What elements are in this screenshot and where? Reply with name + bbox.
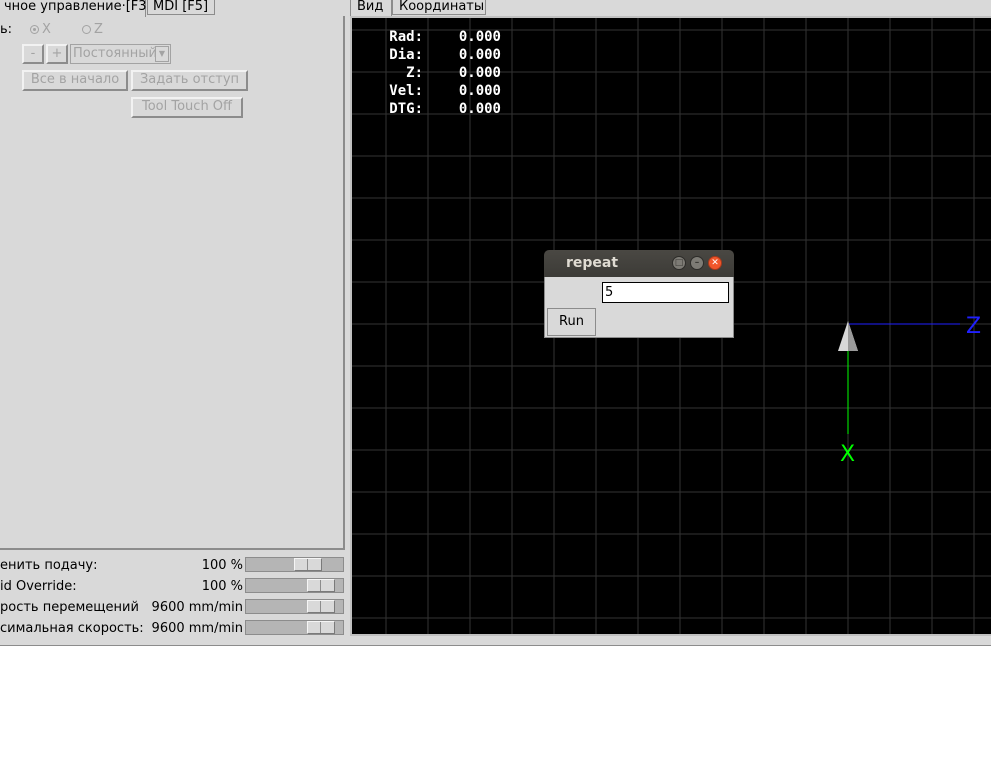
rapid-override-label: id Override: <box>0 579 77 594</box>
close-icon[interactable]: ✕ <box>708 256 722 270</box>
tab-coordinates-label: Координаты <box>399 0 485 14</box>
jog-speed-label: рость перемещений <box>0 600 139 615</box>
dro-row-rad: Rad: 0.000 <box>383 28 501 46</box>
dro-label: Rad: <box>389 29 423 45</box>
axis-radio-z-label: Z <box>94 22 103 37</box>
max-velocity-value: 9600 mm/min <box>151 621 243 636</box>
jog-speed-slider[interactable] <box>245 599 344 614</box>
feed-override-label: енить подачу: <box>0 558 98 573</box>
slider-thumb[interactable] <box>307 579 335 592</box>
tab-manual-control-label: чное управление·[F3] <box>4 0 152 14</box>
repeat-dialog: repeat □ – ✕ 5 Run <box>544 250 734 338</box>
dro-label: Dia: <box>389 47 423 63</box>
slider-thumb[interactable] <box>294 558 322 571</box>
axis-radio-z[interactable]: Z <box>82 22 103 37</box>
jog-mode-value: Постоянный <box>73 46 157 61</box>
axis-radio-x[interactable]: X <box>30 22 51 37</box>
max-velocity-label: симальная скорость: <box>0 621 144 636</box>
dialog-titlebar[interactable]: repeat □ – ✕ <box>544 250 734 277</box>
jog-plus-button[interactable]: + <box>46 44 68 64</box>
tab-view-label: Вид <box>357 0 384 14</box>
dro-value: 0.000 <box>458 101 501 117</box>
tab-mdi-label: MDI [F5] <box>153 0 209 14</box>
chevron-down-icon: ▼ <box>155 46 169 62</box>
dro-label: Vel: <box>389 83 423 99</box>
dro-row-z: Z: 0.000 <box>383 64 501 82</box>
rapid-override-value: 100 % <box>201 579 243 594</box>
axis-radio-x-label: X <box>42 22 51 37</box>
x-axis-label: X <box>840 442 855 467</box>
jog-minus-button[interactable]: - <box>22 44 44 64</box>
run-button[interactable]: Run <box>547 308 596 336</box>
minimize-icon[interactable]: – <box>690 256 704 270</box>
dialog-title: repeat <box>566 255 619 271</box>
repeat-count-input[interactable]: 5 <box>602 282 729 303</box>
jog-speed-value: 9600 mm/min <box>151 600 243 615</box>
radio-selected-icon <box>30 25 39 34</box>
dro-value: 0.000 <box>458 65 501 81</box>
dro-value: 0.000 <box>458 47 501 63</box>
dro-readout: Rad: 0.000 Dia: 0.000 Z: 0.000 Vel: 0.000 DT… <box>383 28 501 118</box>
linuxcnc-window: чное управление·[F3] MDI [F5] ь: X Z - +… <box>0 0 991 646</box>
manual-control-panel: ь: X Z - + Постоянный ▼ Все в начало Зад… <box>0 16 345 550</box>
tab-coordinates[interactable]: Координаты <box>392 0 486 15</box>
dro-label: Z: <box>406 65 423 81</box>
jog-mode-select[interactable]: Постоянный ▼ <box>70 44 171 64</box>
max-velocity-row: симальная скорость: 9600 mm/min <box>0 619 345 638</box>
feed-override-row: енить подачу: 100 % <box>0 556 345 575</box>
home-all-button[interactable]: Все в начало <box>22 70 128 91</box>
rapid-override-row: id Override: 100 % <box>0 577 345 596</box>
tool-touch-off-button[interactable]: Tool Touch Off <box>131 97 243 118</box>
z-axis-label: Z <box>966 314 981 339</box>
rapid-override-slider[interactable] <box>245 578 344 593</box>
tab-view[interactable]: Вид <box>350 0 392 17</box>
feed-override-value: 100 % <box>201 558 243 573</box>
tab-mdi[interactable]: MDI [F5] <box>147 0 215 15</box>
tab-manual-control[interactable]: чное управление·[F3] <box>0 0 152 17</box>
dro-value: 0.000 <box>458 83 501 99</box>
max-velocity-slider[interactable] <box>245 620 344 635</box>
dro-row-vel: Vel: 0.000 <box>383 82 501 100</box>
slider-thumb[interactable] <box>307 621 335 634</box>
repeat-count-value: 5 <box>605 285 614 300</box>
dro-row-dia: Dia: 0.000 <box>383 46 501 64</box>
tool-cone-shade <box>848 321 858 351</box>
axis-label: ь: <box>0 22 13 37</box>
dialog-body: 5 Run <box>544 277 734 338</box>
maximize-icon[interactable]: □ <box>672 256 686 270</box>
touch-off-button[interactable]: Задать отступ <box>131 70 248 91</box>
dro-value: 0.000 <box>458 29 501 45</box>
feed-override-slider[interactable] <box>245 557 344 572</box>
dro-row-dtg: DTG: 0.000 <box>383 100 501 118</box>
slider-thumb[interactable] <box>307 600 335 613</box>
radio-unselected-icon <box>82 25 91 34</box>
dro-label: DTG: <box>389 101 423 117</box>
jog-speed-row: рость перемещений 9600 mm/min <box>0 598 345 617</box>
